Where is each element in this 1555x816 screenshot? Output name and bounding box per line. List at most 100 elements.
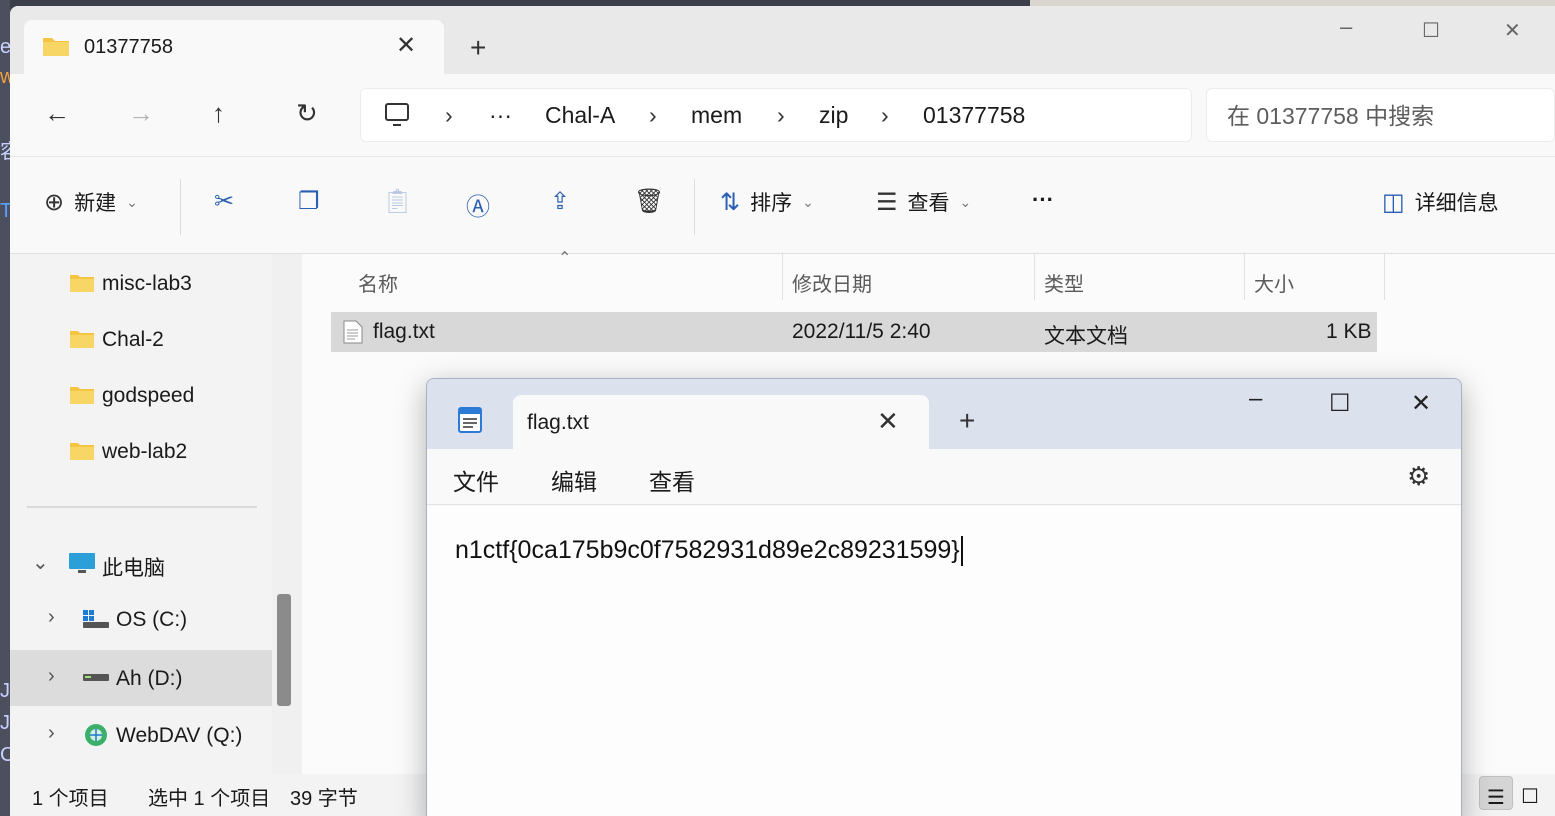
view-button[interactable]: ☰ 查看 ⌄ xyxy=(876,187,971,217)
close-window-icon[interactable]: ✕ xyxy=(1411,389,1431,418)
drive-icon xyxy=(82,670,110,689)
navigation-pane: misc-lab3 Chal-2 godspeed web-lab2 ⌄ 此电脑… xyxy=(10,254,272,774)
maximize-icon[interactable]: ☐ xyxy=(1422,18,1440,43)
breadcrumb-item[interactable]: Chal-A xyxy=(545,102,615,129)
breadcrumb-item[interactable]: zip xyxy=(819,102,848,129)
copy-button[interactable]: ❐ xyxy=(298,187,320,216)
trash-icon: 🗑︎ xyxy=(634,188,665,215)
column-header-type[interactable]: 类型 xyxy=(1044,268,1084,297)
computer-icon xyxy=(383,101,411,134)
folder-icon xyxy=(70,272,94,297)
up-arrow-icon[interactable]: ↑ xyxy=(212,98,225,129)
search-input[interactable] xyxy=(1227,101,1547,131)
details-button-label: 详细信息 xyxy=(1414,192,1499,215)
scissors-icon: ✂ xyxy=(214,188,235,215)
tiles-view-button[interactable]: ☐ xyxy=(1513,776,1547,810)
address-bar[interactable]: › ··· Chal-A › mem › zip › 01377758 xyxy=(360,88,1192,142)
monitor-icon xyxy=(68,552,96,579)
sort-arrows-icon: ⇅ xyxy=(720,188,741,216)
sidebar-scrollbar-thumb[interactable] xyxy=(277,594,291,706)
sidebar-item-label: godspeed xyxy=(102,384,195,407)
cut-button[interactable]: ✂ xyxy=(214,187,234,216)
sidebar-item-folder[interactable]: web-lab2 xyxy=(10,426,272,474)
breadcrumb-item[interactable]: mem xyxy=(691,102,742,129)
new-tab-button[interactable]: + xyxy=(959,407,975,435)
chevron-right-icon: › xyxy=(48,722,55,744)
sidebar-item-drive-c[interactable]: › OS (C:) xyxy=(10,594,272,642)
menu-view[interactable]: 查看 xyxy=(649,463,695,497)
minimize-icon[interactable]: – xyxy=(1249,385,1262,413)
rename-button[interactable]: Ⓐ xyxy=(466,187,490,222)
file-name: flag.txt xyxy=(373,320,435,343)
maximize-icon[interactable]: ☐ xyxy=(1329,389,1351,418)
file-type: 文本文档 xyxy=(1044,325,1128,348)
folder-icon xyxy=(70,384,94,409)
gear-icon[interactable]: ⚙ xyxy=(1407,461,1430,492)
sidebar-item-label: web-lab2 xyxy=(102,440,188,463)
forward-arrow-icon[interactable]: → xyxy=(128,98,154,129)
explorer-tabbar: 01377758 ✕ + – ☐ ✕ xyxy=(10,6,1555,74)
column-header-name[interactable]: 名称 xyxy=(358,268,398,297)
details-view-button[interactable]: ☰ xyxy=(1479,776,1513,810)
list-view-icon: ☰ xyxy=(876,188,898,216)
sidebar-item-this-pc[interactable]: ⌄ 此电脑 xyxy=(10,538,272,586)
new-tab-button[interactable]: + xyxy=(470,34,486,62)
explorer-tab[interactable]: 01377758 ✕ xyxy=(24,20,444,74)
search-box[interactable] xyxy=(1206,88,1555,142)
clipboard-icon: 📋︎ xyxy=(382,188,413,215)
menu-edit[interactable]: 编辑 xyxy=(551,463,597,497)
status-item-count: 1 个项目 xyxy=(32,788,109,810)
menu-file[interactable]: 文件 xyxy=(453,463,499,497)
notepad-editor[interactable]: n1ctf{0ca175b9c0f7582931d89e2c89231599} xyxy=(427,506,1461,816)
sidebar-item-folder[interactable]: godspeed xyxy=(10,370,272,418)
delete-button[interactable]: 🗑︎ xyxy=(634,187,664,216)
more-options-button[interactable]: ··· xyxy=(1032,187,1054,213)
sort-caret-icon: ⌃ xyxy=(558,250,572,267)
new-button[interactable]: ⊕ 新建 ⌄ xyxy=(44,187,138,217)
notepad-tab[interactable]: flag.txt ✕ xyxy=(513,395,929,449)
paste-button[interactable]: 📋︎ xyxy=(382,187,412,216)
new-button-label: 新建 xyxy=(74,192,117,215)
column-divider xyxy=(1244,254,1245,300)
sidebar-item-folder[interactable]: misc-lab3 xyxy=(10,258,272,306)
breadcrumb-chevron-icon: › xyxy=(445,102,453,128)
column-divider xyxy=(1384,254,1385,300)
sidebar-divider xyxy=(27,506,257,508)
close-window-icon[interactable]: ✕ xyxy=(1504,18,1521,43)
chevron-right-icon: › xyxy=(48,665,55,687)
plus-circle-icon: ⊕ xyxy=(44,188,65,216)
close-tab-icon[interactable]: ✕ xyxy=(877,406,899,437)
notepad-tab-title: flag.txt xyxy=(527,411,589,434)
file-modified: 2022/11/5 2:40 xyxy=(792,320,931,343)
breadcrumb-chevron-icon: › xyxy=(649,102,657,128)
sidebar-item-drive-q[interactable]: › WebDAV (Q:) xyxy=(10,710,272,758)
close-tab-icon[interactable]: ✕ xyxy=(396,31,416,60)
more-options-label: ··· xyxy=(1032,187,1054,212)
text-caret xyxy=(960,536,963,567)
breadcrumb-overflow[interactable]: ··· xyxy=(489,102,512,129)
share-button[interactable]: ⇪ xyxy=(550,187,570,216)
notepad-text-content: n1ctf{0ca175b9c0f7582931d89e2c89231599} xyxy=(455,536,960,564)
column-header-size[interactable]: 大小 xyxy=(1254,268,1294,297)
tiles-view-icon: ☐ xyxy=(1521,786,1539,808)
folder-icon xyxy=(42,34,70,63)
details-view-icon: ☰ xyxy=(1487,787,1505,809)
back-arrow-icon[interactable]: ← xyxy=(44,98,70,129)
sidebar-item-label: Chal-2 xyxy=(102,328,164,351)
breadcrumb-item[interactable]: 01377758 xyxy=(923,102,1025,129)
network-drive-icon xyxy=(82,722,110,753)
minimize-icon[interactable]: – xyxy=(1340,14,1352,40)
sidebar-item-drive-d[interactable]: › Ah (D:) xyxy=(10,650,272,706)
details-pane-button[interactable]: ◫ 详细信息 xyxy=(1382,187,1499,217)
file-row[interactable]: flag.txt 2022/11/5 2:40 文本文档 1 KB xyxy=(331,312,1377,352)
chevron-right-icon: › xyxy=(48,606,55,628)
status-selection: 选中 1 个项目 xyxy=(148,788,271,810)
chevron-down-icon: ⌄ xyxy=(32,552,49,574)
sidebar-item-label: 此电脑 xyxy=(102,557,165,580)
column-header-modified[interactable]: 修改日期 xyxy=(792,268,872,297)
sidebar-item-folder[interactable]: Chal-2 xyxy=(10,314,272,362)
chevron-down-icon: ⌄ xyxy=(959,193,972,210)
refresh-icon[interactable]: ↻ xyxy=(296,98,318,129)
sidebar-item-label: Ah (D:) xyxy=(116,667,183,690)
sort-button[interactable]: ⇅ 排序 ⌄ xyxy=(720,187,814,217)
